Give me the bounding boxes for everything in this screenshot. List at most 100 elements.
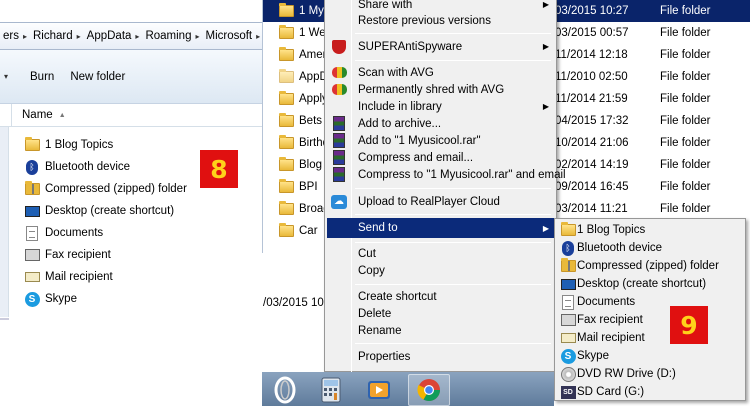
column-header-name[interactable]: Name [12, 109, 53, 121]
step-number-badge: 8 [200, 150, 238, 188]
menu-item-compress-and-email[interactable]: Compress and email... [327, 149, 555, 166]
menu-item-rename[interactable]: Rename [327, 322, 555, 339]
skype-icon: S [560, 348, 576, 364]
chevron-down-icon[interactable]: ▾ [4, 72, 8, 81]
menu-item-restore-previous-versions[interactable]: Restore previous versions [327, 12, 555, 29]
menu-item-create-shortcut[interactable]: Create shortcut [327, 288, 555, 305]
menu-item-include-in-library[interactable]: Include in library ▶ [327, 98, 555, 115]
submenu-arrow-icon: ▶ [542, 0, 549, 9]
submenu-item-fax[interactable]: Fax recipient [557, 311, 743, 329]
menu-item-add-to-archive[interactable]: Add to archive... [327, 115, 555, 132]
media-player-icon[interactable] [358, 374, 400, 406]
date-modified: 11/2010 02:50 [555, 71, 628, 83]
file-name: Amer [299, 49, 327, 61]
date-modified: 09/2014 16:45 [555, 181, 629, 193]
context-menu: Share with ▶ Restore previous versions S… [324, 0, 566, 372]
calculator-icon[interactable] [310, 374, 352, 406]
burn-button[interactable]: Burn [30, 71, 54, 83]
list-item-label: Desktop (create shortcut) [45, 205, 175, 217]
list-item[interactable]: 1 Blog Topics [24, 134, 187, 156]
avg-icon [331, 65, 347, 81]
file-name: Car [299, 225, 318, 237]
menu-item-copy[interactable]: Copy [327, 262, 555, 279]
breadcrumb-item[interactable]: ers ▸ [0, 30, 30, 42]
winrar-icon [331, 116, 347, 132]
list-item-label: Compressed (zipped) folder [45, 183, 187, 195]
date-modified: 04/2015 17:32 [555, 115, 629, 127]
list-item[interactable]: Compressed (zipped) folder [24, 178, 187, 200]
step-number-badge: 9 [670, 306, 708, 344]
menu-separator [355, 343, 551, 344]
submenu-item-mail[interactable]: Mail recipient [557, 329, 743, 347]
chrome-icon[interactable] [408, 374, 450, 406]
file-type: File folder [660, 159, 711, 171]
menu-item-superantispyware[interactable]: SUPERAntiSpyware ▶ [327, 38, 555, 55]
submenu-item-blog-topics[interactable]: 1 Blog Topics [557, 221, 743, 239]
folder-icon [278, 47, 294, 63]
list-item[interactable]: Desktop (create shortcut) [24, 200, 187, 222]
breadcrumb-item[interactable]: Microsoft ▸ [202, 30, 262, 42]
list-item-label: Skype [45, 293, 77, 305]
date-modified: 02/2014 14:19 [555, 159, 629, 171]
menu-item-upload-realplayer-cloud[interactable]: ☁ Upload to RealPlayer Cloud [327, 193, 555, 210]
menu-item-add-to-rar[interactable]: Add to "1 Myusicool.rar" [327, 132, 555, 149]
file-type: File folder [660, 203, 711, 215]
date-modified: 11/2014 21:59 [555, 93, 628, 105]
winrar-icon [331, 133, 347, 149]
file-list: 1 Blog Topics ᛒ Bluetooth device Compres… [24, 134, 187, 310]
dvd-drive-icon [560, 366, 576, 382]
file-name: Bets [299, 115, 323, 127]
folder-icon [24, 137, 40, 153]
shield-icon [331, 39, 347, 55]
list-item[interactable]: S Skype [24, 288, 187, 310]
list-item[interactable]: Fax recipient [24, 244, 187, 266]
breadcrumb-item[interactable]: Roaming ▸ [142, 30, 202, 42]
menu-item-cut[interactable]: Cut [327, 245, 555, 262]
submenu-arrow-icon: ▶ [542, 223, 549, 233]
file-type: File folder [660, 5, 711, 17]
submenu-item-desktop[interactable]: Desktop (create shortcut) [557, 275, 743, 293]
folder-icon [278, 3, 294, 19]
menu-separator [355, 33, 551, 34]
folder-icon [278, 135, 294, 151]
submenu-item-skype[interactable]: S Skype [557, 347, 743, 365]
header-divider [0, 103, 12, 127]
list-item[interactable]: Documents [24, 222, 187, 244]
submenu-item-bluetooth[interactable]: ᛒ Bluetooth device [557, 239, 743, 257]
folder-icon [278, 25, 294, 41]
menu-item-properties[interactable]: Properties [327, 348, 555, 365]
menu-separator [355, 214, 551, 215]
list-item-label: Mail recipient [45, 271, 113, 283]
submenu-item-dvd-drive[interactable]: DVD RW Drive (D:) [557, 365, 743, 383]
submenu-item-documents[interactable]: Documents [557, 293, 743, 311]
file-name: 1 My [299, 5, 324, 17]
submenu-item-zip-folder[interactable]: Compressed (zipped) folder [557, 257, 743, 275]
list-item-label: Fax recipient [45, 249, 111, 261]
breadcrumb[interactable]: ers ▸ Richard ▸ AppData ▸ Roaming ▸ Microsof… [0, 22, 262, 50]
list-item-label: 1 Blog Topics [45, 139, 114, 151]
new-folder-button[interactable]: New folder [70, 71, 125, 83]
date-modified: 03/2014 11:21 [555, 203, 628, 215]
file-type: File folder [660, 137, 711, 149]
breadcrumb-item[interactable]: Richard ▸ [30, 30, 84, 42]
opera-icon[interactable] [264, 374, 306, 406]
file-name: BPI [299, 181, 318, 193]
desktop-icon [560, 276, 576, 292]
winrar-icon [331, 167, 347, 183]
explorer-window-left: ers ▸ Richard ▸ AppData ▸ Roaming ▸ Microsof… [0, 0, 262, 406]
zip-folder-icon [24, 181, 40, 197]
menu-item-compress-rar-and-email[interactable]: Compress to "1 Myusicool.rar" and email [327, 166, 566, 183]
winrar-icon [331, 150, 347, 166]
submenu-item-sd-card[interactable]: SD SD Card (G:) [557, 383, 743, 401]
menu-item-delete[interactable]: Delete [327, 305, 555, 322]
pane-divider [0, 318, 9, 320]
list-item[interactable]: Mail recipient [24, 266, 187, 288]
breadcrumb-item[interactable]: AppData ▸ [84, 30, 143, 42]
folder-icon [560, 222, 576, 238]
list-item[interactable]: ᛒ Bluetooth device [24, 156, 187, 178]
menu-item-scan-with-avg[interactable]: Scan with AVG [327, 64, 555, 81]
menu-item-send-to[interactable]: Send to ▶ [327, 218, 555, 238]
folder-icon [278, 223, 294, 239]
menu-item-shred-with-avg[interactable]: Permanently shred with AVG [327, 81, 555, 98]
taskbar [262, 372, 554, 406]
